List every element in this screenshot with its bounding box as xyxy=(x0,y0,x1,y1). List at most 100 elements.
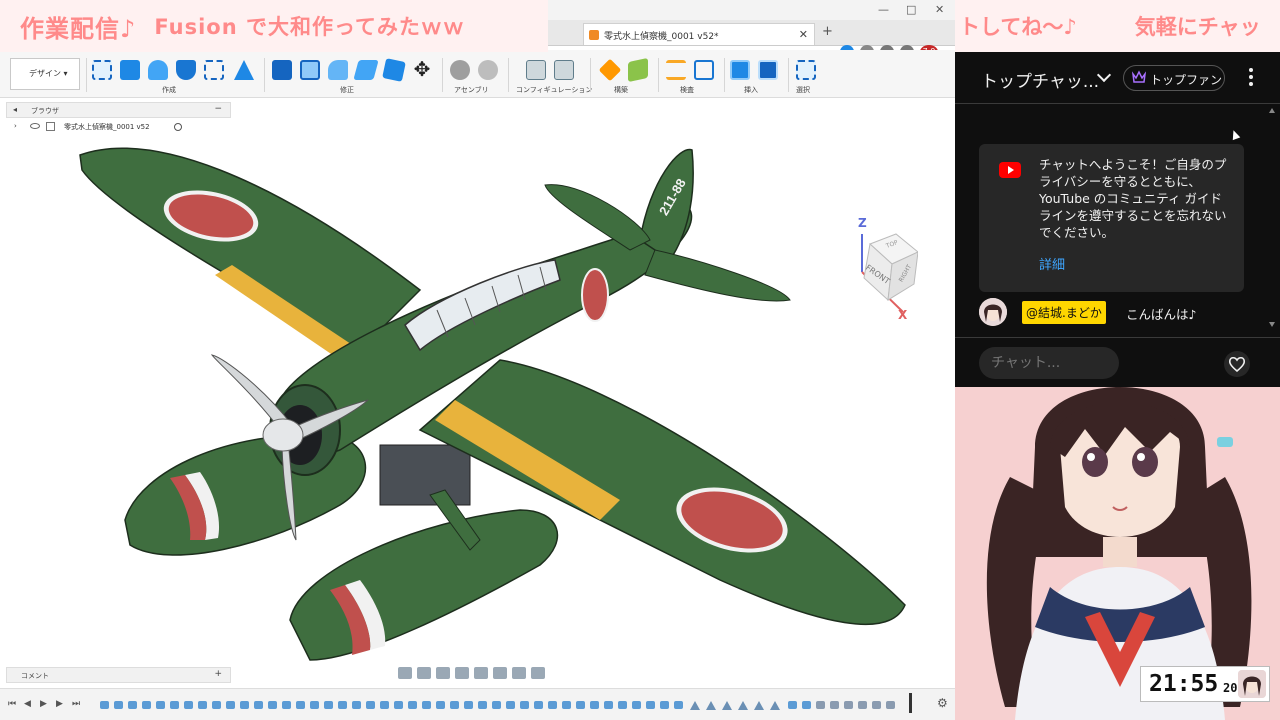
clock-time: 21:55 xyxy=(1149,671,1219,697)
divider xyxy=(86,58,87,92)
new-component-icon[interactable] xyxy=(450,60,470,80)
heart-icon[interactable] xyxy=(1223,350,1251,378)
ribbon-toolbar: デザイン ▾ 作成 ✥ 修正 アセンブリ コンフィギュレーション 構築 検査 挿… xyxy=(0,50,955,98)
add-comment-icon[interactable]: + xyxy=(214,669,222,679)
mirror-icon[interactable] xyxy=(234,60,254,80)
youtube-icon xyxy=(999,162,1021,178)
stream-ticker: トしてね～♪ 気軽にチャッ xyxy=(955,0,1280,52)
welcome-text: チャットへようこそ！ご自身のプライバシーを守るとともに、YouTube のコミュ… xyxy=(1039,157,1227,240)
message-author[interactable]: @結城.まどか xyxy=(1022,301,1106,324)
fillet-icon[interactable] xyxy=(300,60,320,80)
stream-banner: 作業配信♪ Fusion で大和作ってみたｗｗ xyxy=(0,0,548,52)
revolve-icon[interactable] xyxy=(148,60,168,80)
minimize-icon[interactable]: — xyxy=(878,3,889,16)
grid-settings-icon[interactable] xyxy=(512,667,526,679)
divider xyxy=(264,58,265,92)
chat-mode-title[interactable]: トップチャッ... xyxy=(981,67,1099,92)
viewports-icon[interactable] xyxy=(531,667,545,679)
go-to-end-icon[interactable]: ⏭ xyxy=(72,699,80,709)
canvas-viewport[interactable]: 211-88 Z TOP FRONT RIGHT X xyxy=(0,100,955,665)
chat-message[interactable]: @結城.まどか こんばんは♪ xyxy=(979,298,1264,326)
comments-label: コメント xyxy=(21,672,49,680)
avatar[interactable] xyxy=(979,298,1007,326)
zoom-icon[interactable] xyxy=(455,667,469,679)
timeline: ⏮ ◀ ▶ ▶ ⏭ ⚙ xyxy=(0,688,955,720)
learn-more-link[interactable]: 詳細 xyxy=(1039,254,1065,273)
timeline-features[interactable] xyxy=(100,701,900,711)
timeline-marker[interactable] xyxy=(909,693,912,713)
viewcube[interactable]: Z TOP FRONT RIGHT X xyxy=(848,212,919,322)
display-settings-icon[interactable] xyxy=(493,667,507,679)
document-tab-bar: 零式水上偵察機_0001 v52* ✕ + 7.0 xyxy=(548,20,955,59)
group-label-modify: 修正 xyxy=(340,86,354,94)
workspace-switcher[interactable]: デザイン ▾ xyxy=(10,58,80,90)
insert-mesh-icon[interactable] xyxy=(758,60,778,80)
comments-panel[interactable]: コメント + xyxy=(6,667,231,683)
close-tab-icon[interactable]: ✕ xyxy=(799,28,808,41)
orbit-icon[interactable] xyxy=(398,667,412,679)
section-analysis-icon[interactable] xyxy=(694,60,714,80)
ticker-text-2: 気軽にチャッ xyxy=(1134,15,1261,39)
group-label-construct: 構築 xyxy=(614,86,628,94)
close-icon[interactable]: ✕ xyxy=(935,3,944,16)
divider xyxy=(508,58,509,92)
document-tab[interactable]: 零式水上偵察機_0001 v52* ✕ xyxy=(583,23,815,45)
ticker-text-1: トしてね～♪ xyxy=(959,15,1077,39)
group-label-configure: コンフィギュレーション xyxy=(516,86,593,94)
chat-header: トップチャッ... トップファン xyxy=(955,52,1280,104)
configure-icon[interactable] xyxy=(526,60,546,80)
step-forward-icon[interactable]: ▶ xyxy=(56,699,63,709)
step-back-icon[interactable]: ◀ xyxy=(24,699,31,709)
plane-model: 211-88 xyxy=(79,147,906,661)
group-label-assemble: アセンブリ xyxy=(454,86,489,94)
top-fan-filter-button[interactable]: トップファン xyxy=(1123,65,1225,91)
create-sketch-icon[interactable] xyxy=(92,60,112,80)
scroll-down-icon[interactable] xyxy=(1269,322,1275,327)
stream-clock: 21:55 20 xyxy=(1140,666,1270,702)
gear-icon[interactable]: ⚙ xyxy=(937,696,948,710)
group-label-create: 作成 xyxy=(162,86,176,94)
press-pull-icon[interactable] xyxy=(272,60,292,80)
extrude-icon[interactable] xyxy=(120,60,140,80)
shell-icon[interactable] xyxy=(353,60,379,80)
new-tab-icon[interactable]: + xyxy=(822,24,833,39)
group-label-select: 選択 xyxy=(796,86,810,94)
joint-icon[interactable] xyxy=(478,60,498,80)
stream-title: 作業配信♪ xyxy=(20,14,137,43)
combine-icon[interactable] xyxy=(382,58,406,82)
sweep-icon[interactable] xyxy=(176,60,196,80)
clock-seconds: 20 xyxy=(1223,681,1238,695)
workspace-label: デザイン xyxy=(29,69,61,78)
insert-image-icon[interactable] xyxy=(730,60,750,80)
chamfer-icon[interactable] xyxy=(328,60,348,80)
window-select-icon[interactable] xyxy=(796,60,816,80)
move-icon[interactable]: ✥ xyxy=(412,59,432,80)
fit-icon[interactable] xyxy=(474,667,488,679)
chat-welcome-card: チャットへようこそ！ご自身のプライバシーを守るとともに、YouTube のコミュ… xyxy=(979,144,1244,292)
kebab-menu-icon[interactable] xyxy=(1249,68,1253,88)
axis-z-label: Z xyxy=(858,216,867,230)
mouse-cursor-icon xyxy=(1229,128,1241,141)
plane-along-path-icon[interactable] xyxy=(628,57,648,83)
chat-input[interactable] xyxy=(979,347,1119,379)
live-chat-panel: トップチャッ... トップファン チャットへようこそ！ご自身のプライバシーを守る… xyxy=(955,52,1280,387)
chevron-down-icon[interactable] xyxy=(1096,67,1112,83)
title-bar: — □ ✕ xyxy=(548,0,955,20)
navigation-bar xyxy=(398,664,545,682)
configuration-table-icon[interactable] xyxy=(554,60,574,80)
divider xyxy=(788,58,789,92)
offset-plane-icon[interactable] xyxy=(598,58,622,82)
loft-icon[interactable] xyxy=(204,60,224,80)
go-to-start-icon[interactable]: ⏮ xyxy=(8,699,16,709)
screen: — □ ✕ 零式水上偵察機_0001 v52* ✕ + 7.0 デザイン ▾ xyxy=(0,0,1280,720)
maximize-icon[interactable]: □ xyxy=(906,3,916,16)
play-icon[interactable]: ▶ xyxy=(40,699,47,709)
measure-icon[interactable] xyxy=(666,60,686,80)
pan-icon[interactable] xyxy=(436,667,450,679)
stream-subtitle: Fusion で大和作ってみたｗｗ xyxy=(154,15,465,39)
axis-x-label: X xyxy=(898,308,908,322)
group-label-insert: 挿入 xyxy=(744,86,758,94)
look-at-icon[interactable] xyxy=(417,667,431,679)
avatar xyxy=(1238,670,1266,698)
scroll-up-icon[interactable] xyxy=(1269,108,1275,113)
